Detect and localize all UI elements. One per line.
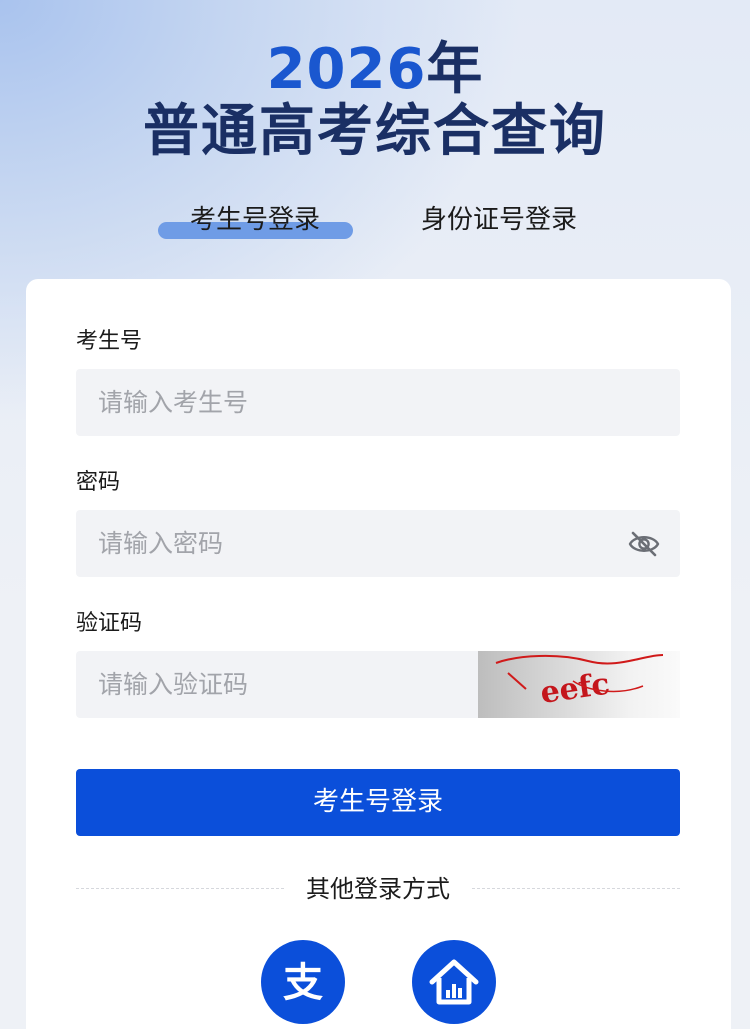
captcha-field-box: eefc [76,651,680,718]
year-number: 2026 [266,37,427,102]
tab-id-number-login[interactable]: 身份证号登录 [421,200,577,240]
login-button[interactable]: 考生号登录 [76,769,680,836]
year-suffix: 年 [426,37,484,102]
alipay-login-button[interactable]: 支 [261,940,345,1024]
alipay-glyph: 支 [283,960,323,1006]
other-login-divider: 其他登录方式 [76,871,680,907]
student-number-field-box [76,369,680,436]
captcha-label: 验证码 [76,611,143,636]
student-number-label: 考生号 [76,329,143,354]
year-heading: 2026年 [0,38,750,102]
home-login-button[interactable] [412,940,496,1024]
other-login-label: 其他登录方式 [306,875,450,903]
captcha-input[interactable] [76,651,476,718]
page-title: 普通高考综合查询 [143,99,607,164]
password-input[interactable] [76,510,680,577]
page-header: 2026年 普通高考综合查询 [0,38,750,164]
alipay-icon: 支 [283,960,323,1006]
eye-off-icon[interactable] [628,530,660,558]
divider-line-right [472,888,680,889]
captcha-text: eefc [538,667,612,711]
tab-student-number-login[interactable]: 考生号登录 [190,200,320,240]
password-label: 密码 [76,470,121,495]
captcha-image[interactable]: eefc [478,651,680,718]
student-number-input[interactable] [76,369,680,436]
home-chart-icon [429,959,479,1005]
password-field-box [76,510,680,577]
login-card: 考生号 密码 验证码 eefc 考生号登录 其他登录方式 [26,279,731,1029]
login-tabs: 考生号登录 身份证号登录 [0,200,750,244]
